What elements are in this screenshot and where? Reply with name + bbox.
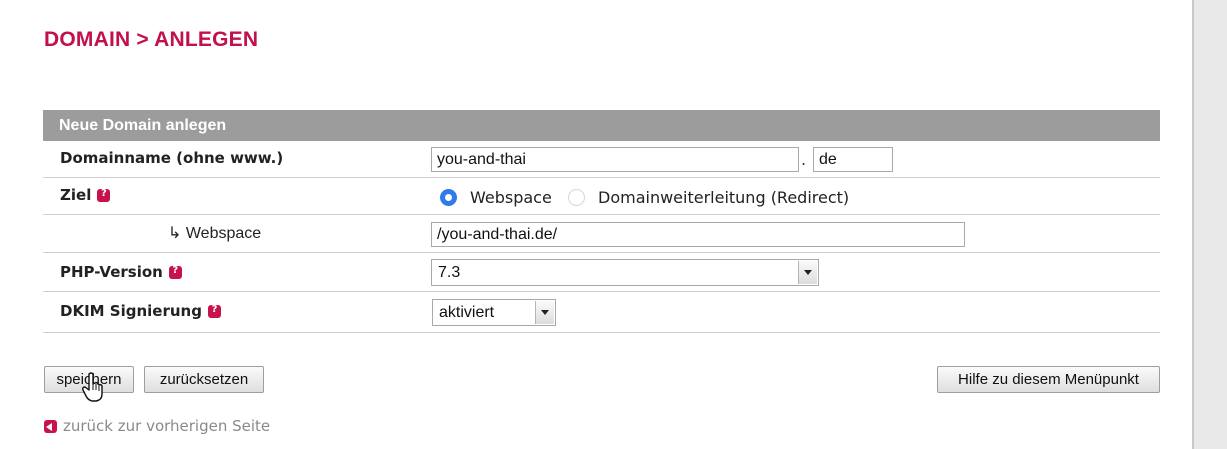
row-webspace: ↳ Webspace /you-and-thai.de/ — [43, 215, 1160, 253]
page-title: DOMAIN > ANLEGEN — [44, 28, 259, 51]
domain-form-panel: Neue Domain anlegen Domainname (ohne www… — [43, 110, 1160, 333]
tld-separator: . — [801, 150, 807, 169]
radio-redirect-label[interactable]: Domainweiterleitung (Redirect) — [598, 188, 849, 207]
hand-pointer-icon — [82, 372, 103, 402]
domainname-label: Domainname (ohne www.) — [60, 149, 284, 167]
back-link-label[interactable]: zurück zur vorherigen Seite — [63, 417, 270, 435]
help-icon[interactable] — [97, 188, 111, 202]
help-button[interactable]: Hilfe zu diesem Menüpunkt — [937, 366, 1160, 393]
dkim-value: aktiviert — [439, 304, 495, 321]
help-icon[interactable] — [168, 265, 182, 279]
dkim-select[interactable]: aktiviert — [432, 299, 556, 326]
row-domainname: Domainname (ohne www.) you-and-thai . de — [43, 141, 1160, 178]
chevron-down-icon[interactable] — [535, 301, 554, 324]
webspace-label: ↳ Webspace — [168, 225, 262, 242]
help-icon[interactable] — [207, 304, 221, 318]
back-arrow-icon — [44, 419, 57, 433]
dkim-label: DKIM Signierung — [60, 302, 221, 320]
php-version-select[interactable]: 7.3 — [431, 259, 819, 286]
row-dkim: DKIM Signierung aktiviert — [43, 292, 1160, 333]
tld-input[interactable]: de — [813, 147, 893, 172]
row-ziel: Ziel Webspace Domainweiterleitung (Redir… — [43, 178, 1160, 215]
ziel-label: Ziel — [60, 186, 111, 204]
row-php-version: PHP-Version 7.3 — [43, 253, 1160, 292]
radio-webspace[interactable] — [440, 189, 457, 206]
php-version-label: PHP-Version — [60, 263, 182, 281]
back-link[interactable]: zurück zur vorherigen Seite — [44, 417, 270, 435]
reset-button[interactable]: zurücksetzen — [144, 366, 264, 393]
php-version-value: 7.3 — [438, 264, 461, 281]
domainname-input[interactable]: you-and-thai — [431, 147, 799, 172]
webspace-path-input[interactable]: /you-and-thai.de/ — [431, 222, 965, 247]
chevron-down-icon[interactable] — [798, 261, 817, 284]
radio-webspace-label[interactable]: Webspace — [470, 188, 552, 207]
radio-redirect[interactable] — [568, 189, 585, 206]
window-edge — [1192, 0, 1227, 449]
form-header: Neue Domain anlegen — [43, 110, 1160, 141]
